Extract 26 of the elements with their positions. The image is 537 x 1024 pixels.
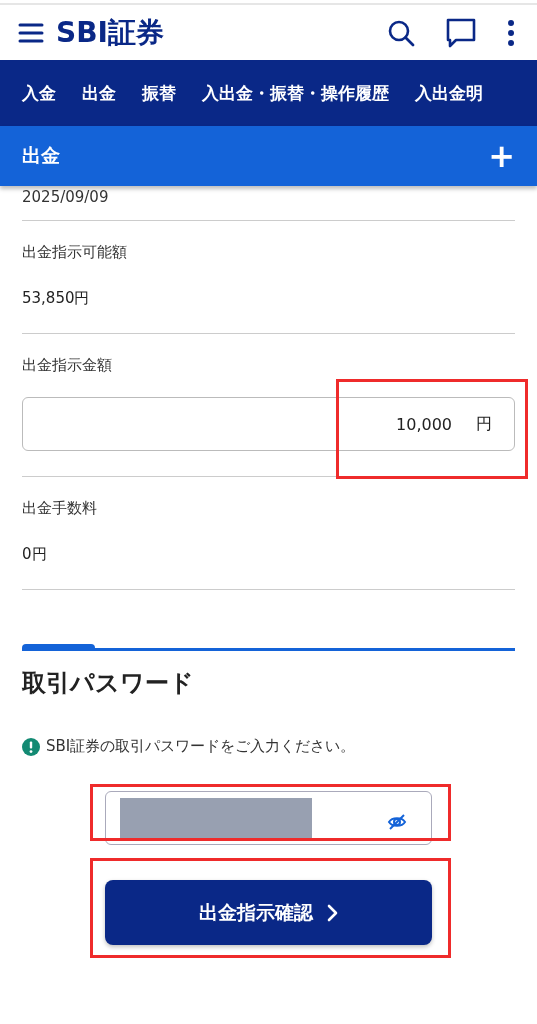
nav-tab[interactable]: 入出金明 xyxy=(415,81,483,105)
field-label: 出金指示可能額 xyxy=(22,243,128,262)
nav-tab[interactable]: 出金 xyxy=(82,81,116,105)
eye-slash-icon[interactable] xyxy=(387,812,407,832)
logo[interactable]: SBI証券 xyxy=(56,13,164,52)
field-value: 0円 xyxy=(22,545,48,564)
nav-tab[interactable]: 振替 xyxy=(142,81,176,105)
section-title: 出金 xyxy=(22,143,60,168)
chat-icon[interactable] xyxy=(445,16,477,49)
amount-field[interactable]: 10,000 円 xyxy=(22,397,515,451)
expand-icon[interactable]: + xyxy=(488,140,515,172)
nav-tab[interactable]: 入出金・振替・操作履歴 xyxy=(202,81,389,105)
section-heading: 取引パスワード xyxy=(22,668,195,699)
chevron-right-icon xyxy=(326,903,339,922)
confirm-button[interactable]: 出金指示確認 xyxy=(105,880,432,945)
nav-tab[interactable]: 入金 xyxy=(22,81,56,105)
notice-text: SBI証券の取引パスワードをご入力ください。 xyxy=(46,737,356,756)
alert-icon xyxy=(22,737,40,756)
password-field[interactable] xyxy=(105,791,432,845)
more-icon[interactable] xyxy=(507,18,515,47)
field-label: 出金手数料 xyxy=(22,499,98,518)
menu-icon[interactable] xyxy=(18,21,44,44)
search-icon[interactable] xyxy=(387,18,415,47)
date-text: 2025/09/09 xyxy=(22,188,110,206)
field-value: 53,850円 xyxy=(22,289,91,308)
field-label: 出金指示金額 xyxy=(22,356,113,375)
